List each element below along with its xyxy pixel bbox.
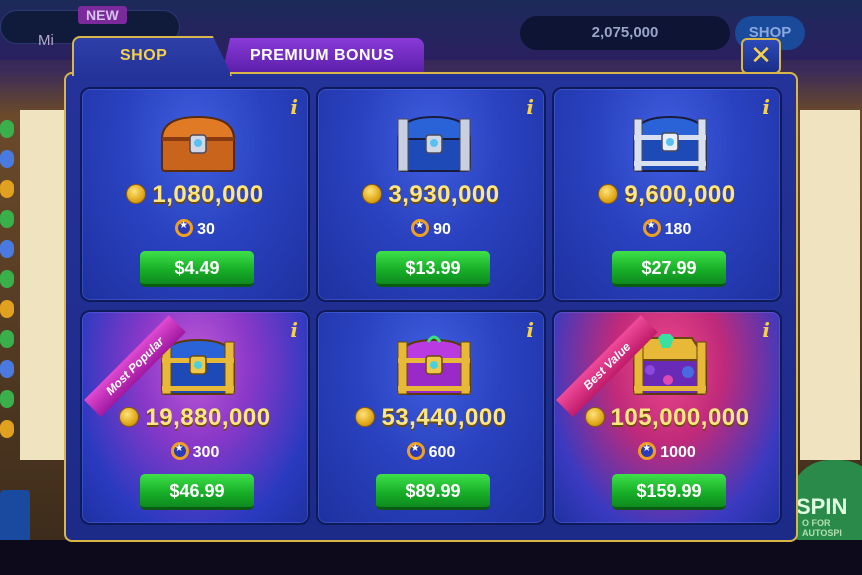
offer-card: i Most Popular 19,880,000 300 $46.99: [80, 310, 310, 525]
points-icon: [411, 219, 430, 237]
side-light: [0, 330, 14, 348]
buy-button[interactable]: $159.99: [612, 474, 726, 510]
points-icon: [175, 219, 194, 237]
points-amount: 300: [82, 442, 308, 462]
autospin-hint: O FOR AUTOSPI: [802, 518, 842, 538]
points-amount: 180: [554, 219, 780, 239]
coin-amount: 9,600,000: [554, 181, 780, 209]
bottom-bar: [0, 540, 862, 575]
points-value: 600: [428, 444, 456, 461]
buy-button[interactable]: $46.99: [140, 474, 254, 510]
coin-amount: 3,930,000: [318, 181, 544, 209]
points-value: 90: [433, 221, 451, 238]
side-light: [0, 120, 14, 138]
side-light: [0, 180, 14, 198]
side-light: [0, 210, 14, 228]
coin-icon: [598, 184, 619, 204]
side-light: [0, 420, 14, 438]
offer-card: i Best Value 105,000,000 1000 $159.99: [552, 310, 782, 525]
points-icon: [406, 442, 425, 460]
points-value: 1000: [660, 444, 696, 461]
coin-icon: [126, 184, 147, 204]
info-icon[interactable]: i: [290, 95, 298, 119]
points-icon: [170, 442, 189, 460]
side-light: [0, 360, 14, 378]
points-icon: [642, 219, 661, 237]
buy-button[interactable]: $27.99: [612, 251, 726, 287]
info-icon[interactable]: i: [762, 95, 770, 119]
offer-card: i 53,440,000 600 $89.99: [316, 310, 546, 525]
offer-card: i 1,080,000 30 $4.49: [80, 87, 310, 302]
coin-value: 1,080,000: [152, 181, 264, 208]
tab-premium-bonus-label[interactable]: PREMIUM BONUS: [250, 47, 394, 65]
coin-icon: [355, 407, 376, 427]
coin-amount: 105,000,000: [554, 404, 780, 432]
offer-card: i 3,930,000 90 $13.99: [316, 87, 546, 302]
info-icon[interactable]: i: [290, 318, 298, 342]
buy-button[interactable]: $89.99: [376, 474, 490, 510]
side-light: [0, 150, 14, 168]
info-icon[interactable]: i: [526, 318, 534, 342]
coin-value: 53,440,000: [381, 404, 507, 431]
player-name: Mi: [38, 32, 54, 49]
points-amount: 600: [318, 442, 544, 462]
coin-icon: [584, 407, 605, 427]
chest-gold-purple-icon: [396, 335, 472, 395]
new-badge: NEW: [78, 6, 127, 24]
coin-value: 9,600,000: [624, 181, 736, 208]
close-button[interactable]: ✕: [741, 38, 781, 74]
side-light: [0, 390, 14, 408]
chest-silver-blue-icon: [632, 115, 708, 172]
chest-bronze-icon: [160, 115, 236, 172]
points-value: 300: [192, 444, 220, 461]
points-value: 30: [197, 221, 215, 238]
coin-value: 3,930,000: [388, 181, 500, 208]
side-light: [0, 270, 14, 288]
coin-icon: [362, 184, 383, 204]
balance-display: 2,075,000: [520, 16, 730, 50]
coin-amount: 1,080,000: [82, 181, 308, 209]
tab-shop-label[interactable]: SHOP: [120, 47, 167, 65]
coin-value: 105,000,000: [610, 404, 750, 431]
points-icon: [638, 442, 657, 460]
chest-silver-icon: [396, 115, 472, 172]
coin-icon: [119, 407, 140, 427]
side-light: [0, 240, 14, 258]
coin-value: 19,880,000: [145, 404, 271, 431]
buy-button[interactable]: $4.49: [140, 251, 254, 287]
points-value: 180: [664, 221, 692, 238]
spin-label: SPIN: [796, 494, 848, 519]
coin-amount: 53,440,000: [318, 404, 544, 432]
side-light: [0, 300, 14, 318]
info-icon[interactable]: i: [762, 318, 770, 342]
points-amount: 90: [318, 219, 544, 239]
buy-button[interactable]: $13.99: [376, 251, 490, 287]
reel-right: [800, 110, 860, 460]
points-amount: 30: [82, 219, 308, 239]
info-icon[interactable]: i: [526, 95, 534, 119]
coin-amount: 19,880,000: [82, 404, 308, 432]
points-amount: 1000: [554, 442, 780, 462]
offer-card: i 9,600,000 180 $27.99: [552, 87, 782, 302]
